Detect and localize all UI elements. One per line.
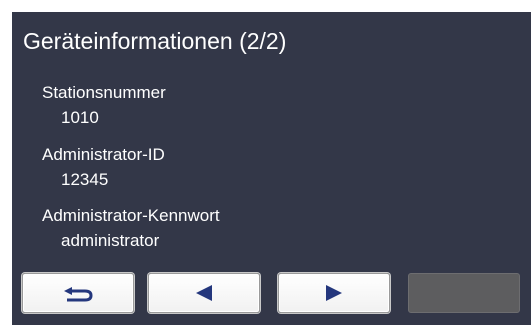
admin-password-label: Administrator-Kennwort xyxy=(42,206,220,225)
triangle-right-icon xyxy=(326,285,342,301)
page-title: Geräteinformationen (2/2) xyxy=(23,28,287,54)
blank-function-button xyxy=(408,273,520,313)
admin-id-value: 12345 xyxy=(61,170,109,189)
device-frame: Geräteinformationen (2/2) Stationsnummer… xyxy=(0,0,531,325)
admin-password-value: administrator xyxy=(61,231,160,250)
next-page-button[interactable] xyxy=(278,273,390,313)
previous-page-button[interactable] xyxy=(148,273,260,313)
station-number-value: 1010 xyxy=(61,108,99,127)
back-button[interactable] xyxy=(22,273,134,313)
triangle-left-icon xyxy=(196,285,212,301)
station-number-label: Stationsnummer xyxy=(42,83,166,102)
device-screen: Geräteinformationen (2/2) Stationsnummer… xyxy=(12,12,531,325)
admin-id-label: Administrator-ID xyxy=(42,145,165,164)
return-arrow-icon xyxy=(64,287,93,302)
